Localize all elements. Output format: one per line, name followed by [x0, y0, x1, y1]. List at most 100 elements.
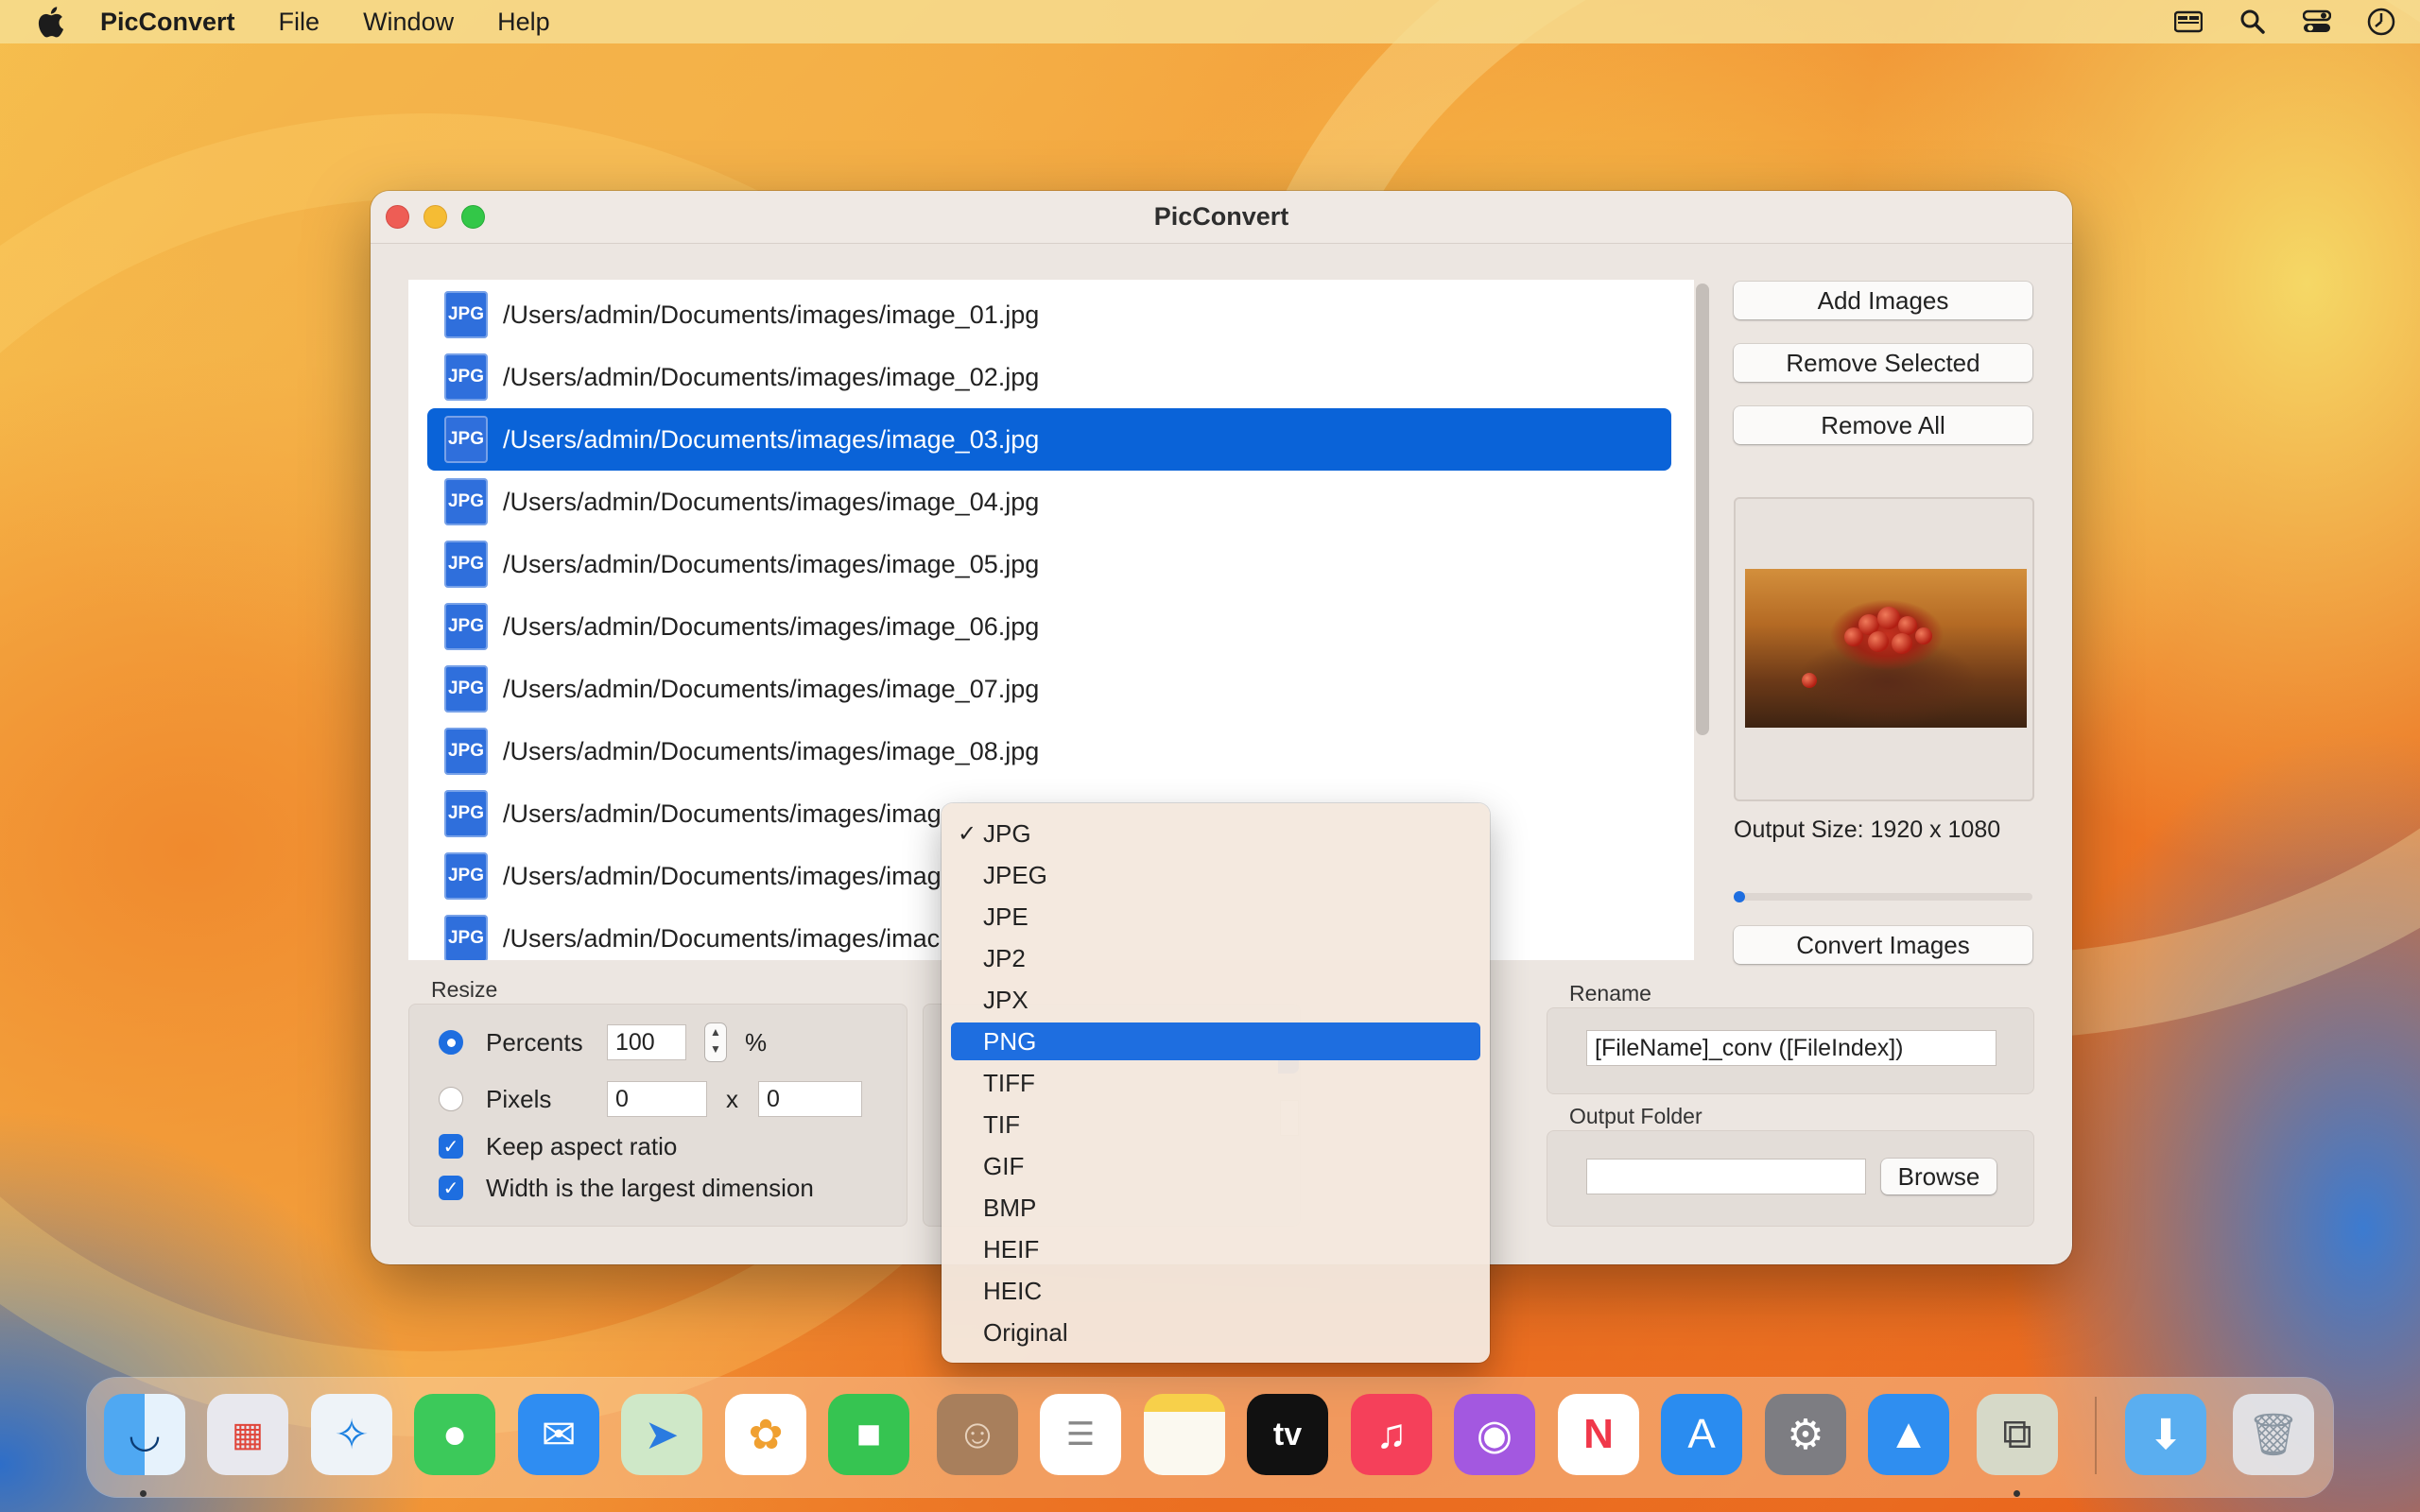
format-option-heic[interactable]: HEIC: [951, 1272, 1480, 1310]
search-icon[interactable]: [2237, 6, 2269, 38]
jpg-file-icon: JPG: [444, 665, 488, 713]
jpg-file-icon: JPG: [444, 416, 488, 463]
format-option-png[interactable]: PNG: [951, 1022, 1480, 1060]
finder-running-indicator: [140, 1490, 147, 1497]
file-path: /Users/admin/Documents/images/imag: [503, 861, 942, 890]
keep-aspect-checkbox[interactable]: ✓: [439, 1134, 463, 1159]
format-option-gif[interactable]: GIF: [951, 1147, 1480, 1185]
convert-images-button[interactable]: Convert Images: [1734, 926, 2032, 964]
format-option-original[interactable]: Original: [951, 1314, 1480, 1351]
reminders-icon[interactable]: ☰: [1040, 1394, 1121, 1475]
downloads-folder-icon[interactable]: ⬇: [2125, 1394, 2206, 1475]
control-center-icon[interactable]: [2301, 6, 2333, 38]
option-label: Original: [983, 1317, 1068, 1347]
notes-icon[interactable]: [1144, 1394, 1225, 1475]
dock-separator: [2095, 1397, 2097, 1474]
output-size-label: Output Size: 1920 x 1080: [1734, 816, 2001, 843]
display-icon[interactable]: [2172, 6, 2204, 38]
format-option-jpg[interactable]: ✓ JPG: [951, 815, 1480, 852]
app-store-icon[interactable]: A: [1661, 1394, 1742, 1475]
format-option-jpx[interactable]: JPX: [951, 981, 1480, 1019]
mail-icon[interactable]: ✉: [518, 1394, 599, 1475]
add-images-button[interactable]: Add Images: [1734, 282, 2032, 319]
option-label: JPEG: [983, 860, 1047, 889]
clock-icon[interactable]: [2365, 6, 2397, 38]
jpg-file-icon: JPG: [444, 478, 488, 525]
file-row[interactable]: JPG/Users/admin/Documents/images/image_0…: [408, 471, 1675, 533]
photos-icon[interactable]: ✿: [725, 1394, 806, 1475]
file-path: /Users/admin/Documents/images/imac: [503, 923, 941, 953]
file-path: /Users/admin/Documents/images/image_06.j…: [503, 611, 1040, 641]
pixels-width-input[interactable]: 0: [607, 1081, 707, 1117]
output-folder-input[interactable]: [1586, 1159, 1866, 1194]
jpg-file-icon: JPG: [444, 603, 488, 650]
percents-radio[interactable]: [439, 1030, 463, 1055]
browse-button[interactable]: Browse: [1881, 1159, 1996, 1194]
option-label: GIF: [983, 1151, 1025, 1180]
format-option-jpeg[interactable]: JPEG: [951, 856, 1480, 894]
file-row[interactable]: JPG/Users/admin/Documents/images/image_0…: [408, 720, 1675, 782]
option-label: HEIC: [983, 1276, 1043, 1305]
pixels-label: Pixels: [486, 1085, 552, 1113]
jpg-file-icon: JPG: [444, 291, 488, 338]
contacts-icon[interactable]: ☺: [937, 1394, 1018, 1475]
window-title: PicConvert: [1153, 202, 1289, 231]
remove-all-button[interactable]: Remove All: [1734, 406, 2032, 444]
percents-stepper[interactable]: ▲ ▼: [705, 1023, 726, 1061]
file-list-scrollbar[interactable]: [1696, 284, 1709, 735]
conversion-progress-bar: [1734, 891, 2032, 902]
podcasts-icon[interactable]: ◉: [1454, 1394, 1535, 1475]
format-option-jpe[interactable]: JPE: [951, 898, 1480, 936]
format-option-tif[interactable]: TIF: [951, 1106, 1480, 1143]
safari-icon[interactable]: ✧: [311, 1394, 392, 1475]
pixels-times-label: x: [726, 1085, 738, 1113]
menu-file[interactable]: File: [279, 8, 320, 37]
messages-icon[interactable]: ●: [414, 1394, 495, 1475]
format-dropdown-menu: ✓ JPG JPEG JPE JP2 JPX PNG TIFF TIF GIF B…: [942, 803, 1490, 1363]
percents-label: Percents: [486, 1028, 583, 1057]
trash-icon[interactable]: 🗑: [2233, 1394, 2314, 1475]
width-largest-label: Width is the largest dimension: [486, 1174, 814, 1202]
option-label: HEIF: [983, 1234, 1040, 1263]
resize-label: Resize: [431, 977, 498, 1002]
file-row[interactable]: JPG/Users/admin/Documents/images/image_0…: [408, 284, 1675, 346]
option-label: JPX: [983, 985, 1028, 1014]
file-row-selected[interactable]: JPG/Users/admin/Documents/images/image_0…: [408, 408, 1675, 471]
apple-tv-label: tv: [1272, 1416, 1303, 1452]
file-row[interactable]: JPG/Users/admin/Documents/images/image_0…: [408, 533, 1675, 595]
format-option-bmp[interactable]: BMP: [951, 1189, 1480, 1227]
format-option-tiff[interactable]: TIFF: [951, 1064, 1480, 1102]
checkmark-icon: ✓: [957, 820, 977, 847]
format-option-jp2[interactable]: JP2: [951, 939, 1480, 977]
system-settings-icon[interactable]: ⚙: [1765, 1394, 1846, 1475]
jpg-file-icon: JPG: [444, 541, 488, 588]
menu-help[interactable]: Help: [497, 8, 550, 37]
picconvert-app-icon[interactable]: ⧉: [1977, 1394, 2058, 1475]
apple-tv-icon[interactable]: tv: [1247, 1394, 1328, 1475]
facetime-icon[interactable]: ■: [828, 1394, 909, 1475]
rename-input[interactable]: [FileName]_conv ([FileIndex]): [1586, 1030, 1996, 1066]
pixels-radio[interactable]: [439, 1087, 463, 1111]
menu-app-name[interactable]: PicConvert: [100, 8, 235, 37]
apple-logo-icon[interactable]: [36, 6, 64, 38]
altitude-app-icon[interactable]: ▲: [1868, 1394, 1949, 1475]
option-label: TIF: [983, 1109, 1020, 1139]
remove-selected-button[interactable]: Remove Selected: [1734, 344, 2032, 382]
title-bar[interactable]: PicConvert: [371, 191, 2072, 244]
format-option-heif[interactable]: HEIF: [951, 1230, 1480, 1268]
width-largest-checkbox[interactable]: ✓: [439, 1176, 463, 1200]
option-label: JPE: [983, 902, 1028, 931]
maps-icon[interactable]: ➤: [621, 1394, 702, 1475]
file-row[interactable]: JPG/Users/admin/Documents/images/image_0…: [408, 658, 1675, 720]
option-label: TIFF: [983, 1068, 1035, 1097]
output-folder-label: Output Folder: [1569, 1104, 1703, 1128]
launchpad-icon[interactable]: ▦: [207, 1394, 288, 1475]
pixels-height-input[interactable]: 0: [758, 1081, 862, 1117]
file-row[interactable]: JPG/Users/admin/Documents/images/image_0…: [408, 346, 1675, 408]
menu-window[interactable]: Window: [363, 8, 454, 37]
finder-icon[interactable]: ◡: [104, 1394, 185, 1475]
news-icon[interactable]: N: [1558, 1394, 1639, 1475]
music-icon[interactable]: ♫: [1351, 1394, 1432, 1475]
file-row[interactable]: JPG/Users/admin/Documents/images/image_0…: [408, 595, 1675, 658]
percents-input[interactable]: 100: [607, 1024, 686, 1060]
